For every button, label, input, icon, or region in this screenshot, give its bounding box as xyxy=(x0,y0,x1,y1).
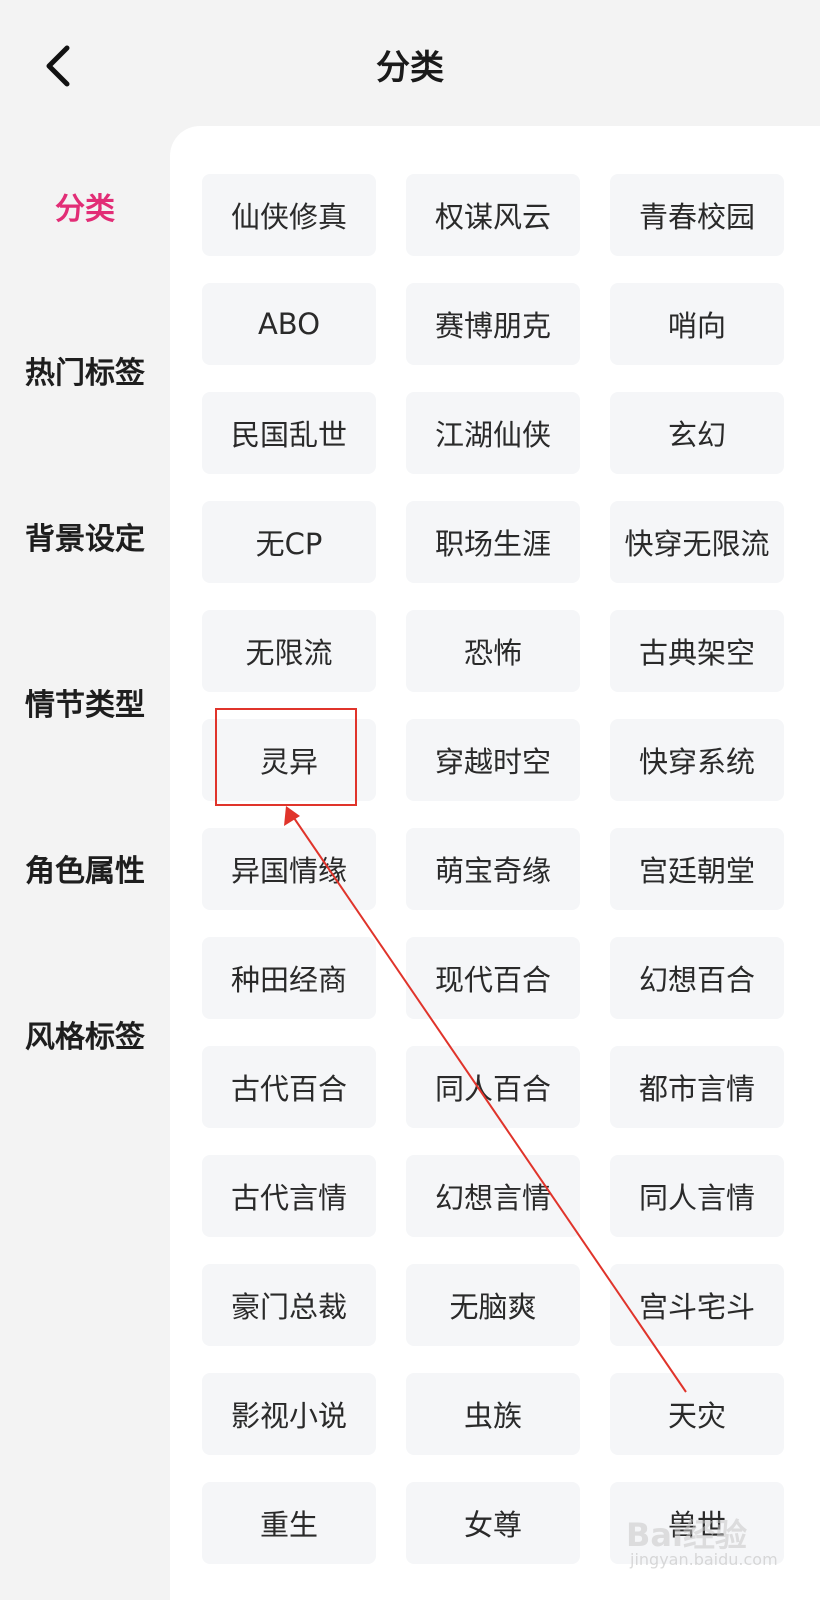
tag-button[interactable]: 民国乱世 xyxy=(202,392,376,474)
header-bar: 分类 xyxy=(0,0,820,130)
tag-button[interactable]: 恐怖 xyxy=(406,610,580,692)
tag-button[interactable]: ABO xyxy=(202,283,376,365)
tag-button[interactable]: 幻想百合 xyxy=(610,937,784,1019)
tag-button[interactable]: 江湖仙侠 xyxy=(406,392,580,474)
sidebar-item-style-tags[interactable]: 风格标签 xyxy=(0,1008,170,1068)
tag-button[interactable]: 赛博朋克 xyxy=(406,283,580,365)
sidebar-item-background[interactable]: 背景设定 xyxy=(0,510,170,570)
tag-button[interactable]: 无限流 xyxy=(202,610,376,692)
tag-button[interactable]: 职场生涯 xyxy=(406,501,580,583)
tag-button[interactable]: 玄幻 xyxy=(610,392,784,474)
tag-button[interactable]: 豪门总裁 xyxy=(202,1264,376,1346)
sidebar-item-category[interactable]: 分类 xyxy=(0,180,170,240)
tag-button[interactable]: 哨向 xyxy=(610,283,784,365)
tag-button[interactable]: 古代言情 xyxy=(202,1155,376,1237)
tag-button[interactable]: 权谋风云 xyxy=(406,174,580,256)
category-sidebar: 分类 热门标签 背景设定 情节类型 角色属性 风格标签 xyxy=(0,130,170,1600)
tag-button[interactable]: 幻想言情 xyxy=(406,1155,580,1237)
sidebar-item-character[interactable]: 角色属性 xyxy=(0,842,170,902)
sidebar-item-plot-type[interactable]: 情节类型 xyxy=(0,676,170,736)
tag-button[interactable]: 宫廷朝堂 xyxy=(610,828,784,910)
tag-button[interactable]: 女尊 xyxy=(406,1482,580,1564)
tag-button[interactable]: 无脑爽 xyxy=(406,1264,580,1346)
tag-button[interactable]: 影视小说 xyxy=(202,1373,376,1455)
tag-button[interactable]: 快穿系统 xyxy=(610,719,784,801)
tag-button[interactable]: 快穿无限流 xyxy=(610,501,784,583)
tag-button[interactable]: 古典架空 xyxy=(610,610,784,692)
tag-button[interactable]: 萌宝奇缘 xyxy=(406,828,580,910)
tag-button[interactable]: 同人百合 xyxy=(406,1046,580,1128)
tag-button[interactable]: 仙侠修真 xyxy=(202,174,376,256)
watermark: Bai经验 jingyan.baidu.com xyxy=(620,1510,810,1580)
tag-button[interactable]: 现代百合 xyxy=(406,937,580,1019)
tag-button[interactable]: 种田经商 xyxy=(202,937,376,1019)
tag-button[interactable]: 天灾 xyxy=(610,1373,784,1455)
tag-button[interactable]: 都市言情 xyxy=(610,1046,784,1128)
highlight-annotation-box xyxy=(215,708,357,806)
tag-button[interactable]: 宫斗宅斗 xyxy=(610,1264,784,1346)
tag-panel: 仙侠修真 权谋风云 青春校园 ABO 赛博朋克 哨向 民国乱世 江湖仙侠 玄幻 … xyxy=(170,126,820,1600)
tag-grid: 仙侠修真 权谋风云 青春校园 ABO 赛博朋克 哨向 民国乱世 江湖仙侠 玄幻 … xyxy=(202,174,784,1564)
tag-button[interactable]: 重生 xyxy=(202,1482,376,1564)
tag-button[interactable]: 同人言情 xyxy=(610,1155,784,1237)
page-title: 分类 xyxy=(376,48,444,88)
watermark-url: jingyan.baidu.com xyxy=(630,1550,778,1569)
tag-button[interactable]: 穿越时空 xyxy=(406,719,580,801)
tag-button[interactable]: 青春校园 xyxy=(610,174,784,256)
tag-button[interactable]: 虫族 xyxy=(406,1373,580,1455)
tag-button[interactable]: 无CP xyxy=(202,501,376,583)
tag-button[interactable]: 古代百合 xyxy=(202,1046,376,1128)
sidebar-item-hot-tags[interactable]: 热门标签 xyxy=(0,344,170,404)
tag-button[interactable]: 异国情缘 xyxy=(202,828,376,910)
